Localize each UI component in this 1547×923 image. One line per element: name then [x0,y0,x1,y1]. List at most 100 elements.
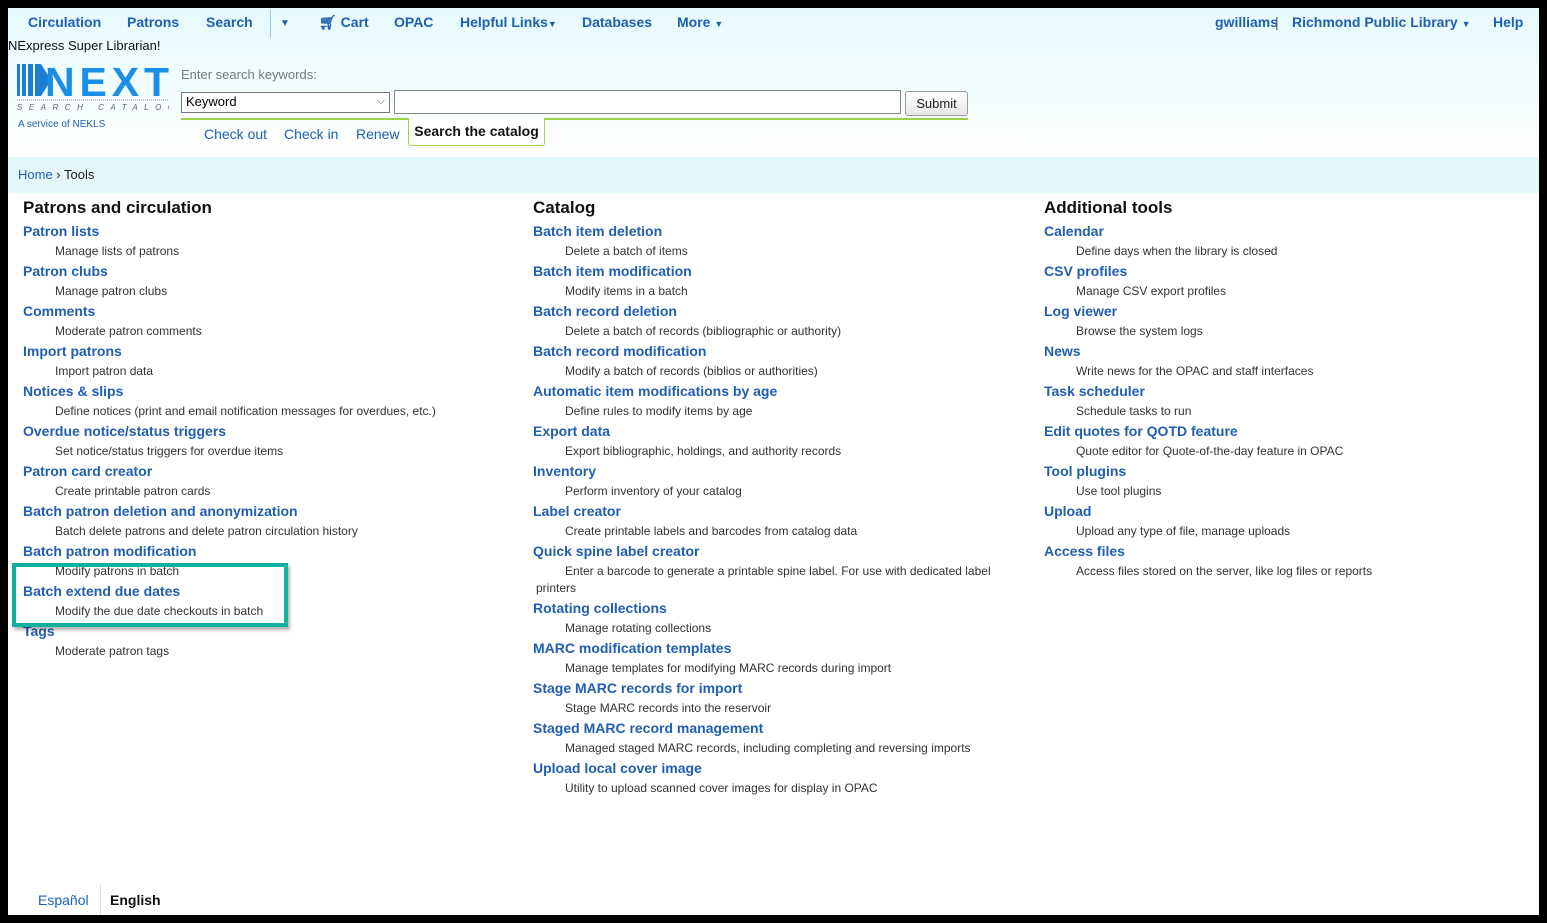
tool-description: Manage CSV export profiles [1076,284,1227,298]
tool-item: Label creator Create printable labels and… [533,503,1013,543]
chevron-down-icon: ▼ [547,19,557,29]
next-logo[interactable]: NEXT SEARCH CATALOG [17,62,169,112]
submit-button[interactable]: Submit [905,91,968,116]
column-heading: Additional tools [1044,198,1173,217]
tool-link[interactable]: Batch record modification [533,343,1013,363]
tool-link[interactable]: Calendar [1044,223,1372,243]
tool-item: Rotating collections Manage rotating coll… [533,600,1013,640]
nav-divider: | [1275,14,1279,30]
tool-item: News Write news for the OPAC and staff in… [1044,343,1372,383]
tool-item: Staged MARC record management Managed sta… [533,720,1013,760]
tool-link[interactable]: Staged MARC record management [533,720,1013,740]
tool-link[interactable]: Batch extend due dates [23,583,436,603]
tool-link[interactable]: Batch item deletion [533,223,1013,243]
page: Circulation Patrons Search ▼ 🛒︎ Cart OPA… [8,8,1539,915]
tab-check-in[interactable]: Check in [284,126,338,142]
tool-link[interactable]: Patron clubs [23,263,436,283]
nav-opac[interactable]: OPAC [394,14,433,30]
tab-divider [181,118,968,120]
tool-link[interactable]: Tool plugins [1044,463,1372,483]
chevron-down-icon: ⌵ [376,95,385,107]
tool-link[interactable]: Edit quotes for QOTD feature [1044,423,1372,443]
nav-cart[interactable]: 🛒︎ Cart [319,14,369,31]
tool-item: Upload Upload any type of file, manage up… [1044,503,1372,543]
tool-link[interactable]: Automatic item modifications by age [533,383,1013,403]
tool-item: Automatic item modifications by age Defin… [533,383,1013,423]
library-menu[interactable]: Richmond Public Library ▼ [1292,14,1471,30]
tool-link[interactable]: CSV profiles [1044,263,1372,283]
tool-link[interactable]: Batch patron deletion and anonymization [23,503,436,523]
nav-more[interactable]: More ▼ [677,14,723,30]
column-heading: Patrons and circulation [23,198,212,217]
tool-link[interactable]: Upload [1044,503,1372,523]
tool-link[interactable]: Batch patron modification [23,543,436,563]
lang-espanol[interactable]: Español [38,892,89,908]
tool-link[interactable]: Tags [23,623,436,643]
tool-item: Stage MARC records for import Stage MARC … [533,680,1013,720]
tab-renew[interactable]: Renew [356,126,400,142]
tool-description: Create printable patron cards [55,484,211,498]
tab-search-catalog[interactable]: Search the catalog [408,118,545,146]
tool-description: Set notice/status triggers for overdue i… [55,444,284,458]
tool-link[interactable]: Label creator [533,503,1013,523]
help-link[interactable]: Help [1493,14,1523,30]
breadcrumb-home[interactable]: Home [18,167,53,182]
tool-description: Create printable labels and barcodes fro… [565,524,858,538]
breadcrumb: Home › Tools [8,157,1539,193]
nav-helpful-links[interactable]: Helpful Links▼ [460,14,557,30]
tool-description: Upload any type of file, manage uploads [1076,524,1291,538]
tagline: NExpress Super Librarian! [8,38,161,53]
tool-link[interactable]: Comments [23,303,436,323]
tool-description: Modify items in a batch [565,284,688,298]
tool-item: Quick spine label creator Enter a barcode… [533,543,1013,600]
nav-databases[interactable]: Databases [582,14,652,30]
tab-check-out[interactable]: Check out [204,126,267,142]
nav-patrons[interactable]: Patrons [127,14,179,30]
svg-text:SEARCH CATALOG: SEARCH CATALOG [17,103,169,112]
tool-link[interactable]: Task scheduler [1044,383,1372,403]
user-menu[interactable]: gwilliams [1215,14,1278,30]
tool-description: Manage patron clubs [55,284,168,298]
tool-item: Batch item deletion Delete a batch of ite… [533,223,1013,263]
tool-link[interactable]: Log viewer [1044,303,1372,323]
tool-link[interactable]: Stage MARC records for import [533,680,1013,700]
nav-helpful-links-label: Helpful Links [460,14,548,30]
tool-link[interactable]: Upload local cover image [533,760,1013,780]
tool-item: Batch item modification Modify items in a… [533,263,1013,303]
tool-link[interactable]: Inventory [533,463,1013,483]
tool-link[interactable]: Quick spine label creator [533,543,1013,563]
tool-item: Inventory Perform inventory of your catal… [533,463,1013,503]
tool-link[interactable]: MARC modification templates [533,640,1013,660]
tool-description: Moderate patron comments [55,324,202,338]
tool-description: Quote editor for Quote-of-the-day featur… [1076,444,1344,458]
tool-item: Batch patron modification Modify patrons … [23,543,436,583]
tool-description: Delete a batch of records (bibliographic… [565,324,842,338]
tool-link[interactable]: Batch record deletion [533,303,1013,323]
tool-item: Comments Moderate patron comments [23,303,436,343]
tool-item: Export data Export bibliographic, holding… [533,423,1013,463]
tool-description: Access files stored on the server, like … [1076,564,1373,578]
tool-description: Delete a batch of items [565,244,688,258]
nav-divider [270,10,271,38]
lang-english[interactable]: English [110,892,161,908]
search-input[interactable] [394,90,901,114]
search-type-value: Keyword [186,94,237,109]
footer-divider [100,885,101,915]
tool-link[interactable]: Notices & slips [23,383,436,403]
tool-link[interactable]: Batch item modification [533,263,1013,283]
tool-link[interactable]: Export data [533,423,1013,443]
tool-link[interactable]: Access files [1044,543,1372,563]
tool-link[interactable]: Patron card creator [23,463,436,483]
tool-description: Perform inventory of your catalog [565,484,742,498]
nav-search[interactable]: Search [206,14,253,30]
tool-link[interactable]: Rotating collections [533,600,1013,620]
tool-link[interactable]: Overdue notice/status triggers [23,423,436,443]
tool-link[interactable]: News [1044,343,1372,363]
tool-link[interactable]: Patron lists [23,223,436,243]
nav-circulation[interactable]: Circulation [28,14,101,30]
tool-description: Modify patrons in batch [55,564,180,578]
search-dropdown-caret-icon[interactable]: ▼ [280,18,290,29]
search-type-select[interactable]: Keyword ⌵ [181,92,390,113]
tool-link[interactable]: Import patrons [23,343,436,363]
tool-description: Batch delete patrons and delete patron c… [55,524,358,538]
